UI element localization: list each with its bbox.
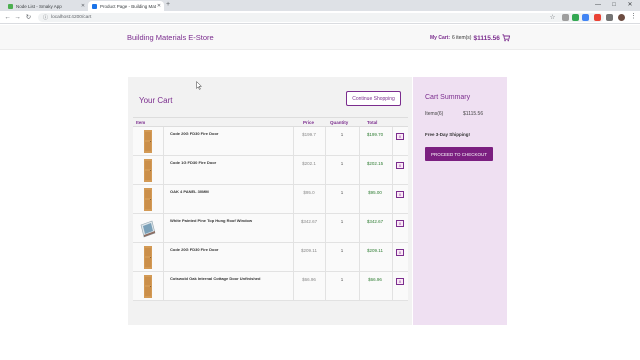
product-price: $342.67 bbox=[300, 219, 318, 224]
remove-item-button[interactable]: X bbox=[396, 191, 404, 198]
product-name[interactable]: Code 20G FD30 Fire Door bbox=[170, 247, 218, 252]
remove-item-button[interactable]: X bbox=[396, 133, 404, 140]
product-quantity: 1 bbox=[340, 248, 344, 253]
close-tab-icon[interactable]: ✕ bbox=[156, 3, 162, 9]
browser-toolbar: ← → ↻ ⓘ localhost:4200/cart ☆ ⋮ bbox=[0, 11, 640, 24]
product-quantity: 1 bbox=[340, 190, 344, 195]
forward-icon[interactable]: → bbox=[13, 13, 22, 22]
product-total: $95.00 bbox=[368, 190, 382, 195]
tab-favicon-icon bbox=[92, 3, 97, 9]
proceed-to-checkout-button[interactable]: PROCEED TO CHECKOUT bbox=[425, 147, 493, 161]
shopping-cart-icon bbox=[502, 34, 510, 42]
cart-rows: Code 20G FD30 Fire Door $199.7 1 $199.70 X Co… bbox=[133, 127, 408, 301]
extension-icon[interactable] bbox=[572, 14, 579, 21]
tab-label: Node List - Smaky App bbox=[16, 3, 62, 9]
my-cart-link[interactable]: My Cart: 6 item(s) $1115.56 bbox=[430, 34, 510, 42]
summary-items-label: Items(6) bbox=[425, 111, 444, 117]
back-icon[interactable]: ← bbox=[3, 13, 12, 22]
cart-total: $1115.56 bbox=[473, 34, 500, 42]
table-row: White Painted Pine Top Hung Roof Window $… bbox=[133, 214, 408, 243]
profile-avatar[interactable] bbox=[618, 14, 625, 21]
door-thumbnail bbox=[140, 158, 156, 183]
door-thumbnail bbox=[140, 245, 156, 270]
mouse-cursor-icon bbox=[196, 81, 202, 90]
product-name[interactable]: Code 1G FD30 Fire Door bbox=[170, 160, 216, 165]
browser-menu-icon[interactable]: ⋮ bbox=[630, 12, 637, 22]
new-tab-button[interactable]: + bbox=[166, 1, 170, 8]
door-thumbnail bbox=[140, 187, 156, 212]
summary-title: Cart Summary bbox=[425, 94, 471, 101]
roof-window-thumbnail bbox=[140, 216, 156, 241]
product-total: $66.96 bbox=[368, 277, 382, 282]
product-quantity: 1 bbox=[340, 132, 344, 137]
cart-title: Your Cart bbox=[139, 96, 173, 105]
extension-icon[interactable] bbox=[594, 14, 601, 21]
column-header-total: Total bbox=[367, 120, 378, 125]
cart-table: Item Price Quantity Total Code 20G FD30 … bbox=[133, 117, 408, 301]
door-thumbnail bbox=[140, 129, 156, 154]
info-icon[interactable]: ⓘ bbox=[43, 14, 48, 21]
reload-icon[interactable]: ↻ bbox=[24, 13, 33, 22]
remove-item-button[interactable]: X bbox=[396, 249, 404, 256]
column-header-price: Price bbox=[303, 120, 315, 125]
tab-favicon-icon bbox=[8, 3, 13, 9]
minimize-icon[interactable]: — bbox=[590, 0, 606, 10]
close-tab-icon[interactable]: ✕ bbox=[80, 3, 86, 9]
remove-item-button[interactable]: X bbox=[396, 278, 404, 285]
column-header-item: Item bbox=[136, 120, 146, 125]
product-name[interactable]: Code 20G FD30 Fire Door bbox=[170, 131, 218, 136]
summary-total: $1115.56 bbox=[463, 111, 484, 117]
product-total: $209.11 bbox=[367, 248, 383, 253]
extension-icon[interactable] bbox=[606, 14, 613, 21]
browser-tab-bar: Node List - Smaky App ✕ Product Page - B… bbox=[0, 0, 640, 11]
tab-label: Product Page - Building Materia... bbox=[100, 3, 156, 9]
product-total: $342.67 bbox=[366, 219, 384, 224]
remove-item-button[interactable]: X bbox=[396, 220, 404, 227]
bookmark-star-icon[interactable]: ☆ bbox=[548, 13, 557, 22]
door-thumbnail bbox=[140, 274, 156, 299]
maximize-icon[interactable]: □ bbox=[606, 0, 622, 10]
table-row: Code 1G FD30 Fire Door $202.1 1 $202.15 X bbox=[133, 156, 408, 185]
address-text: localhost:4200/cart bbox=[51, 15, 92, 20]
browser-tab-product-page[interactable]: Product Page - Building Materia... ✕ bbox=[88, 1, 164, 11]
extension-icon[interactable] bbox=[582, 14, 589, 21]
table-row: Code 20G FD30 Fire Door $199.7 1 $199.70 X bbox=[133, 127, 408, 156]
cart-summary: Cart Summary Items(6) $1115.56 Free 3-Da… bbox=[413, 77, 507, 325]
cart-panel: Your Cart Continue Shopping Item Price Q… bbox=[128, 77, 412, 325]
cart-count: 6 item(s) bbox=[452, 35, 472, 41]
close-window-icon[interactable]: ✕ bbox=[622, 0, 638, 10]
shipping-note: Free 3-Day Shipping! bbox=[425, 132, 471, 137]
product-price: $199.7 bbox=[302, 132, 316, 137]
extension-icon[interactable] bbox=[562, 14, 569, 21]
store-brand-link[interactable]: Building Materials E-Store bbox=[127, 33, 214, 42]
product-name[interactable]: Cotswold Oak Internal Cottage Door Unfin… bbox=[170, 276, 260, 281]
product-quantity: 1 bbox=[340, 161, 344, 166]
product-total: $199.70 bbox=[366, 132, 384, 137]
table-row: OAK 4 PANEL 30MM $95.0 1 $95.00 X bbox=[133, 185, 408, 214]
address-bar[interactable]: ⓘ localhost:4200/cart bbox=[38, 13, 604, 22]
browser-tab-node-list[interactable]: Node List - Smaky App ✕ bbox=[4, 1, 88, 11]
table-row: Cotswold Oak Internal Cottage Door Unfin… bbox=[133, 272, 408, 301]
product-price: $209.11 bbox=[301, 248, 317, 253]
continue-shopping-button[interactable]: Continue Shopping bbox=[346, 91, 401, 106]
product-name[interactable]: White Painted Pine Top Hung Roof Window bbox=[170, 218, 252, 223]
remove-item-button[interactable]: X bbox=[396, 162, 404, 169]
product-quantity: 1 bbox=[340, 277, 344, 282]
product-name[interactable]: OAK 4 PANEL 30MM bbox=[170, 189, 209, 194]
my-cart-label: My Cart: bbox=[430, 35, 451, 41]
product-price: $202.1 bbox=[302, 161, 316, 166]
store-header: Building Materials E-Store My Cart: 6 it… bbox=[0, 25, 640, 50]
product-total: $202.15 bbox=[366, 161, 384, 166]
table-row: Code 20G FD30 Fire Door $209.11 1 $209.11 X bbox=[133, 243, 408, 272]
product-price: $95.0 bbox=[303, 190, 315, 195]
product-quantity: 1 bbox=[340, 219, 344, 224]
product-price: $66.96 bbox=[302, 277, 316, 282]
cart-table-header: Item Price Quantity Total bbox=[133, 117, 408, 127]
column-header-quantity: Quantity bbox=[330, 120, 349, 125]
